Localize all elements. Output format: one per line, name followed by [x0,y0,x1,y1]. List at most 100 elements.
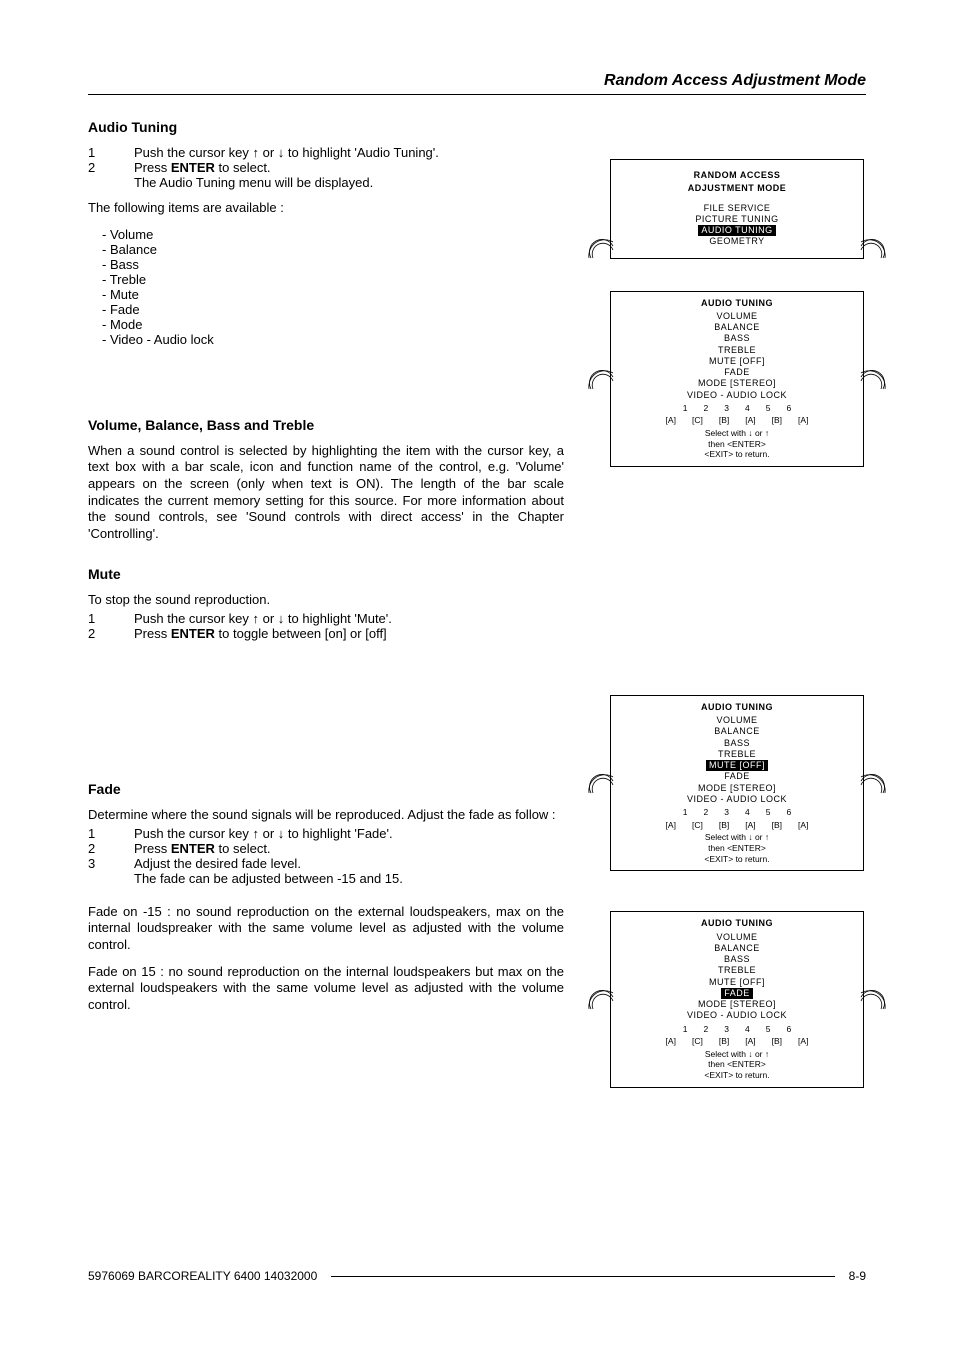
list-item: - Volume [102,227,564,242]
list-item: - Treble [102,272,564,287]
text-fragment: Select with [705,428,748,438]
text-fragment: or [753,1049,765,1059]
text-fragment: or [259,611,278,626]
step-number: 1 [88,611,134,626]
projector-fan-left-icon [585,769,615,797]
items-intro: The following items are available : [88,200,564,217]
osd-line: VIDEO - AUDIO LOCK [621,390,853,401]
step-number: 1 [88,145,134,160]
section-heading-mute: Mute [88,566,564,582]
osd-title: ADJUSTMENT MODE [621,183,853,194]
text-fragment: then <ENTER> [621,439,853,450]
highlight-label: FADE [721,988,753,999]
osd-line: MUTE [OFF] [621,977,853,988]
projector-fan-left-icon [585,985,615,1013]
list-item: - Mode [102,317,564,332]
osd-line: VOLUME [621,715,853,726]
step-text: Push the cursor key ↑ or ↓ to highlight … [134,145,564,160]
osd-line: TREBLE [621,965,853,976]
text-fragment: to toggle between [on] or [off] [215,626,387,641]
projector-fan-left-icon [585,234,615,262]
text-fragment: to select. [215,160,271,175]
num: 3 [724,1024,729,1035]
lab: [C] [692,1036,703,1047]
step-number: 3 [88,856,134,886]
text-fragment: Select with [705,1049,748,1059]
osd-line: BASS [621,954,853,965]
step-row: 1 Push the cursor key ↑ or ↓ to highligh… [88,826,564,841]
step-text: Press ENTER to select. The Audio Tuning … [134,160,564,190]
projector-fan-left-icon [585,365,615,393]
osd-footer-lines: Select with ↓ or ↑ then <ENTER> <EXIT> t… [621,1049,853,1081]
osd-title: AUDIO TUNING [621,918,853,929]
projector-fan-right-icon [859,769,889,797]
osd-footer-lines: Select with ↓ or ↑ then <ENTER> <EXIT> t… [621,428,853,460]
lab: [B] [719,1036,729,1047]
section-heading-vbbt: Volume, Balance, Bass and Treble [88,417,564,433]
right-column: RANDOM ACCESS ADJUSTMENT MODE FILE SERVI… [588,119,866,1096]
num: 5 [766,403,771,414]
footer-doc-id: 5976069 BARCOREALITY 6400 14032000 [88,1269,317,1283]
text-fragment: Press [134,626,171,641]
osd-menu-fade: AUDIO TUNING VOLUME BALANCE BASS TREBLE … [610,911,864,1087]
step-number: 2 [88,160,134,190]
num: 1 [683,403,688,414]
osd-line: BALANCE [621,726,853,737]
osd-line-highlighted: FADE [621,988,853,999]
num: 6 [786,1024,791,1035]
text-fragment: or [753,428,765,438]
step-number: 2 [88,626,134,641]
num: 2 [704,1024,709,1035]
num: 3 [724,807,729,818]
step-row: 1 Push the cursor key ↑ or ↓ to highligh… [88,611,564,626]
text-fragment: to select. [215,841,271,856]
text-fragment: to highlight 'Fade'. [284,826,392,841]
num: 3 [724,403,729,414]
lab: [B] [719,820,729,831]
step-text: Push the cursor key ↑ or ↓ to highlight … [134,611,564,626]
osd-line: VIDEO - AUDIO LOCK [621,1010,853,1021]
num: 6 [786,807,791,818]
text-fragment: Press [134,841,171,856]
step-number: 2 [88,841,134,856]
step-row: 2 Press ENTER to toggle between [on] or … [88,626,564,641]
osd-line: MODE [STEREO] [621,999,853,1010]
page-footer: 5976069 BARCOREALITY 6400 14032000 8-9 [88,1269,866,1283]
osd-title: AUDIO TUNING [621,298,853,309]
osd-line: BASS [621,738,853,749]
step-row: 2 Press ENTER to select. [88,841,564,856]
section-heading-fade: Fade [88,781,564,797]
osd-line: FADE [621,771,853,782]
osd-line: TREBLE [621,345,853,356]
step-row: 2 Press ENTER to select. The Audio Tunin… [88,160,564,190]
text-fragment: The fade can be adjusted between -15 and… [134,871,403,886]
osd-source-numbers: 123456 [621,807,853,818]
lab: [A] [798,415,808,426]
num: 4 [745,807,750,818]
lab: [B] [772,820,782,831]
lab: [B] [719,415,729,426]
osd-line-highlighted: MUTE [OFF] [621,760,853,771]
text-fragment: Adjust the desired fade level. [134,856,301,871]
fade-neg-paragraph: Fade on -15 : no sound reproduction on t… [88,904,564,954]
osd-line: MODE [STEREO] [621,783,853,794]
footer-rule [331,1276,834,1277]
osd-menu-mute: AUDIO TUNING VOLUME BALANCE BASS TREBLE … [610,695,864,871]
items-list: - Volume - Balance - Bass - Treble - Mut… [102,227,564,347]
lab: [B] [772,415,782,426]
text-fragment: Push the cursor key [134,826,253,841]
text-fragment: then <ENTER> [621,843,853,854]
text-fragment: The Audio Tuning menu will be displayed. [134,175,373,190]
highlight-label: MUTE [OFF] [706,760,768,771]
lab: [C] [692,820,703,831]
text-fragment: <EXIT> to return. [621,1070,853,1081]
osd-line: BASS [621,333,853,344]
highlight-label: AUDIO TUNING [698,225,775,236]
list-item: - Bass [102,257,564,272]
text-fragment: then <ENTER> [621,1059,853,1070]
up-arrow-icon: ↑ [765,832,769,842]
osd-line: VIDEO - AUDIO LOCK [621,794,853,805]
lab: [A] [745,1036,755,1047]
page-header-title: Random Access Adjustment Mode [88,72,866,95]
num: 6 [786,403,791,414]
